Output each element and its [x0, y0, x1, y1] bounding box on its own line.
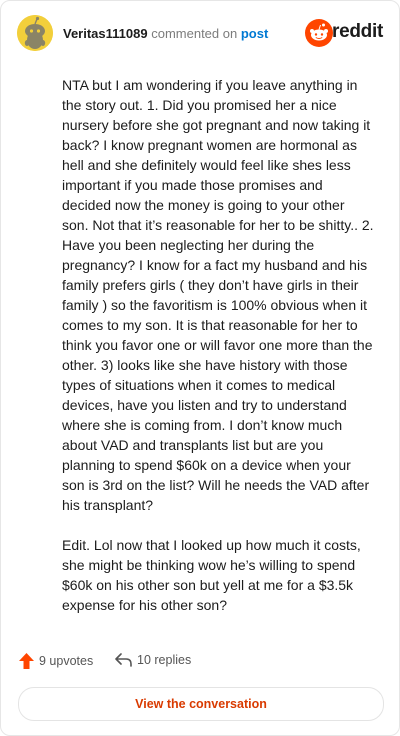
brand-wordmark: reddit — [332, 21, 383, 42]
replies-count: 10 replies — [137, 653, 192, 667]
username-link[interactable]: Veritas111089 — [63, 26, 148, 41]
reply-arrow-icon — [115, 653, 132, 667]
post-link[interactable]: post — [241, 26, 268, 41]
byline: Veritas111089 commented on post — [63, 26, 268, 41]
action-text: commented on — [151, 26, 238, 41]
comment-paragraph: NTA but I am wondering if you leave anyt… — [62, 77, 374, 513]
snoo-avatar-icon[interactable] — [17, 15, 53, 51]
view-conversation-button[interactable]: View the conversation — [18, 687, 384, 721]
comment-paragraph: Edit. Lol now that I looked up how much … — [62, 537, 361, 613]
comment-body: NTA but I am wondering if you leave anyt… — [62, 75, 374, 635]
comment-card: Veritas111089 commented on post reddit N… — [0, 0, 400, 736]
upvotes-stat[interactable]: 9 upvotes — [19, 653, 93, 669]
replies-stat[interactable]: 10 replies — [115, 653, 191, 667]
comment-header: Veritas111089 commented on post reddit — [17, 15, 383, 55]
upvotes-count: 9 upvotes — [39, 654, 94, 668]
upvote-arrow-icon — [19, 653, 34, 669]
reddit-logo-icon — [305, 19, 333, 52]
